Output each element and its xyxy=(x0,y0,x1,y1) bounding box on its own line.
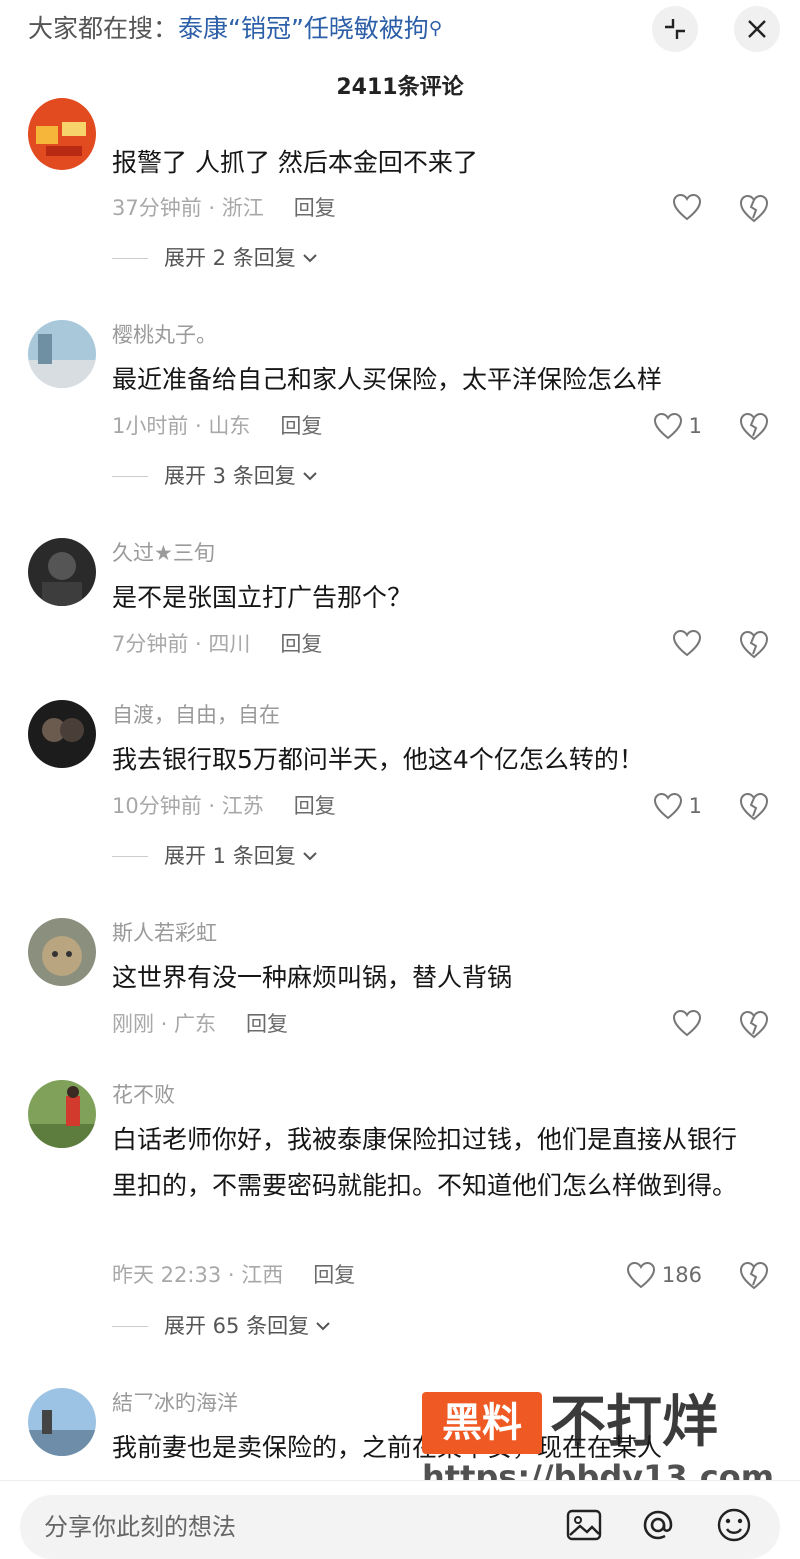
expand-replies-button[interactable]: 展开 65 条回复 xyxy=(112,1311,331,1341)
like-button[interactable] xyxy=(672,193,702,221)
avatar[interactable] xyxy=(28,700,96,768)
heart-icon xyxy=(653,412,682,440)
comment-meta: 7分钟前 · 四川 回复 xyxy=(112,629,322,659)
like-button[interactable] xyxy=(672,1009,702,1037)
comment-time-location: 7分钟前 · 四川 xyxy=(112,632,251,656)
watermark-tagline: 不打烊 xyxy=(550,1390,718,1455)
comment-username[interactable]: 花不败 xyxy=(112,1080,175,1110)
comment-input-bar: 分享你此刻的想法 xyxy=(0,1480,800,1559)
dislike-icon[interactable] xyxy=(738,411,770,441)
dislike-icon[interactable] xyxy=(738,1009,770,1039)
heart-icon xyxy=(626,1261,655,1289)
expand-replies-button[interactable]: 展开 2 条回复 xyxy=(112,243,318,273)
search-term[interactable]: 泰康“销冠”任晓敏被拘 xyxy=(178,14,429,43)
reply-button[interactable]: 回复 xyxy=(246,1012,288,1036)
like-count: 186 xyxy=(661,1263,702,1287)
heart-icon xyxy=(672,629,702,657)
dislike-icon[interactable] xyxy=(738,629,770,659)
chevron-down-icon xyxy=(303,852,317,861)
like-button[interactable]: 1 xyxy=(653,411,702,441)
search-prefix: 大家都在搜： xyxy=(28,14,179,43)
heart-icon xyxy=(672,193,702,221)
like-count: 1 xyxy=(688,794,702,818)
expand-replies-label: 展开 3 条回复 xyxy=(164,464,296,488)
comment-username[interactable]: 久过★三旬 xyxy=(112,538,215,568)
reply-button[interactable]: 回复 xyxy=(313,1263,355,1287)
close-button[interactable] xyxy=(734,6,780,52)
comment-input-placeholder: 分享你此刻的想法 xyxy=(44,1513,236,1541)
expand-replies-label: 展开 2 条回复 xyxy=(164,246,296,270)
collapse-button[interactable] xyxy=(652,6,698,52)
expand-replies-button[interactable]: 展开 1 条回复 xyxy=(112,841,318,871)
avatar[interactable] xyxy=(28,320,96,388)
comment-text: 这世界有没一种麻烦叫锅，替人背锅 xyxy=(112,963,513,992)
search-suggestion[interactable]: 大家都在搜：泰康“销冠”任晓敏被拘⚲ xyxy=(28,12,442,46)
comment-meta: 1小时前 · 山东 回复 xyxy=(112,411,322,441)
comment-time-location: 昨天 22:33 · 江西 xyxy=(112,1263,284,1287)
heart-icon xyxy=(672,1009,702,1037)
reply-button[interactable]: 回复 xyxy=(280,414,322,438)
top-bar: 大家都在搜：泰康“销冠”任晓敏被拘⚲ xyxy=(0,0,800,60)
reply-button[interactable]: 回复 xyxy=(280,632,322,656)
comment-text: 报警了 人抓了 然后本金回不来了 xyxy=(112,148,478,177)
heart-icon xyxy=(653,792,682,820)
comment-text: 白话老师你好，我被泰康保险扣过钱，他们是直接从银行里扣的，不需要密码就能扣。不知… xyxy=(112,1125,738,1200)
expand-replies-label: 展开 65 条回复 xyxy=(164,1314,310,1338)
avatar[interactable] xyxy=(28,538,96,606)
reply-button[interactable]: 回复 xyxy=(294,794,336,818)
chevron-down-icon xyxy=(303,472,317,481)
dislike-icon[interactable] xyxy=(738,1260,770,1290)
watermark-badge: 黑料 xyxy=(422,1392,542,1454)
at-icon[interactable] xyxy=(638,1505,678,1545)
comment-text: 最近准备给自己和家人买保险，太平洋保险怎么样 xyxy=(112,365,663,394)
comment-input[interactable]: 分享你此刻的想法 xyxy=(20,1495,780,1559)
comment-text: 是不是张国立打广告那个？ xyxy=(112,583,413,612)
comment-username[interactable]: 樱桃丸子。 xyxy=(112,320,217,350)
comment-meta: 37分钟前 · 浙江 回复 xyxy=(112,193,336,223)
comment-meta: 昨天 22:33 · 江西 回复 xyxy=(112,1260,355,1290)
comment-time-location: 刚刚 · 广东 xyxy=(112,1012,217,1036)
comment-username[interactable]: 自渡，自由，自在 xyxy=(112,700,280,730)
comment-username[interactable]: 斯人若彩虹 xyxy=(112,918,217,948)
emoji-icon[interactable] xyxy=(714,1505,754,1545)
comments-count: 2411条评论 xyxy=(336,75,464,100)
image-icon[interactable] xyxy=(564,1505,604,1545)
comment-text: 我去银行取5万都问半天，他这4个亿怎么转的！ xyxy=(112,745,644,774)
comment-time-location: 10分钟前 · 江苏 xyxy=(112,794,264,818)
collapse-icon xyxy=(665,19,685,39)
reply-button[interactable]: 回复 xyxy=(294,196,336,220)
expand-replies-button[interactable]: 展开 3 条回复 xyxy=(112,461,318,491)
comment-time-location: 1小时前 · 山东 xyxy=(112,414,251,438)
comment-meta: 刚刚 · 广东 回复 xyxy=(112,1009,288,1039)
avatar[interactable] xyxy=(28,918,96,986)
like-count: 1 xyxy=(688,414,702,438)
avatar[interactable] xyxy=(28,1388,96,1456)
chevron-down-icon xyxy=(303,254,317,263)
avatar[interactable] xyxy=(28,98,96,170)
chevron-down-icon xyxy=(316,1322,330,1331)
dislike-icon[interactable] xyxy=(738,791,770,821)
comment-meta: 10分钟前 · 江苏 回复 xyxy=(112,791,336,821)
dislike-icon[interactable] xyxy=(738,193,770,223)
comment-time-location: 37分钟前 · 浙江 xyxy=(112,196,264,220)
avatar[interactable] xyxy=(28,1080,96,1148)
like-button[interactable] xyxy=(672,629,702,657)
search-icon: ⚲ xyxy=(428,18,443,39)
expand-replies-label: 展开 1 条回复 xyxy=(164,844,296,868)
like-button[interactable]: 1 xyxy=(653,791,702,821)
close-icon xyxy=(748,20,766,38)
like-button[interactable]: 186 xyxy=(626,1260,702,1290)
comment-username[interactable]: 結乛冰旳海洋 xyxy=(112,1388,238,1418)
